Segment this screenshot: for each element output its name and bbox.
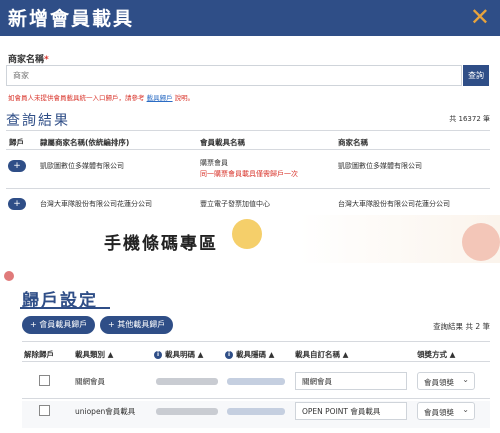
- hint-text: 如會員人未提供會員載具統一入口歸戶，請參考 載具歸戶 說明。: [8, 94, 195, 102]
- award-select[interactable]: 會員領獎 ⌄: [417, 372, 475, 390]
- add-row-button[interactable]: +: [8, 160, 26, 172]
- merchant-name: 台灣大車隊股份有限公司花蓮分公司: [338, 200, 450, 208]
- divider: [6, 130, 490, 131]
- merchant-name: 凱歐圖數位多媒體有限公司: [338, 162, 422, 170]
- info-icon: i: [225, 351, 233, 359]
- company-name: 凱歐圖數位多媒體有限公司: [40, 162, 124, 170]
- col-header-carrier: 會員載具名稱: [200, 138, 245, 147]
- divider: [6, 188, 490, 189]
- merchant-search-input[interactable]: [6, 65, 462, 86]
- table-row: 關網會員 會員領獎⌄: [22, 371, 490, 398]
- visible-code-masked: [156, 408, 218, 415]
- binding-count: 查詢結果 共 2 筆: [433, 322, 490, 331]
- col-header-nickname[interactable]: 載具自訂名稱 ▲: [295, 349, 348, 360]
- banner: 手機條碼專區: [0, 215, 500, 263]
- modal-title: 新增會員載具: [8, 8, 135, 30]
- col-header-type[interactable]: 載具類別 ▲: [75, 349, 113, 360]
- col-header-bind: 歸戶: [9, 138, 24, 147]
- carrier-nickname-input[interactable]: [295, 402, 407, 420]
- carrier-note: 同一購票會員載具僅需歸戶一次: [200, 170, 298, 178]
- unbind-checkbox[interactable]: [39, 375, 50, 386]
- chevron-down-icon: ⌄: [462, 405, 469, 414]
- add-member-carrier-button[interactable]: + 會員載具歸戶: [22, 316, 96, 334]
- modal-header: 新增會員載具 ✕: [0, 0, 500, 36]
- carrier-name: 豐立電子發票加值中心: [200, 200, 270, 208]
- info-icon: i: [154, 351, 162, 359]
- query-button[interactable]: 查詢: [463, 65, 489, 86]
- col-header-merchant: 商家名稱: [338, 138, 368, 147]
- required-mark: *: [44, 55, 49, 65]
- results-title: 查詢結果: [6, 113, 70, 129]
- col-header-company: 隸屬商家名稱(依統編排序): [40, 138, 130, 147]
- carrier-name: 購票會員: [200, 159, 228, 167]
- merchant-name-label: 商家名稱*: [8, 55, 49, 65]
- add-other-carrier-button[interactable]: + 其他載具歸戶: [100, 316, 174, 334]
- add-row-button[interactable]: +: [8, 198, 26, 210]
- chevron-down-icon: ⌄: [462, 375, 469, 384]
- carrier-nickname-input[interactable]: [295, 372, 407, 390]
- banner-title: 手機條碼專區: [104, 234, 218, 254]
- decor-circle: [462, 223, 500, 261]
- close-icon[interactable]: ✕: [470, 2, 490, 32]
- title-underline: [20, 307, 110, 309]
- visible-code-masked: [156, 378, 218, 385]
- decor-dot: [4, 271, 14, 281]
- divider: [22, 398, 490, 399]
- results-count: 共 16372 筆: [449, 115, 490, 123]
- decor-circle: [232, 219, 262, 249]
- divider: [22, 361, 490, 362]
- col-header-hidden-code[interactable]: i 載具隱碼 ▲: [225, 349, 274, 360]
- award-select[interactable]: 會員領獎 ⌄: [417, 402, 475, 420]
- col-header-visible-code[interactable]: i 載具明碼 ▲: [154, 349, 203, 360]
- company-name: 台灣大車隊股份有限公司花蓮分公司: [40, 200, 152, 208]
- col-header-award[interactable]: 領獎方式 ▲: [417, 349, 455, 360]
- divider: [22, 341, 490, 342]
- unbind-checkbox[interactable]: [39, 405, 50, 416]
- carrier-type: uniopen會員載具: [75, 407, 136, 416]
- hidden-code-masked: [227, 408, 285, 415]
- divider: [6, 149, 490, 150]
- col-header-unbind: 解除歸戶: [24, 350, 54, 359]
- table-row: uniopen會員載具 會員領獎⌄: [22, 401, 490, 428]
- carrier-binding-panel: 手機條碼專區 歸戶設定 + 會員載具歸戶 + 其他載具歸戶 查詢結果 共 2 筆…: [0, 215, 500, 433]
- carrier-binding-link[interactable]: 載具歸戶: [147, 94, 173, 102]
- hidden-code-masked: [227, 378, 285, 385]
- carrier-type: 關網會員: [75, 377, 105, 386]
